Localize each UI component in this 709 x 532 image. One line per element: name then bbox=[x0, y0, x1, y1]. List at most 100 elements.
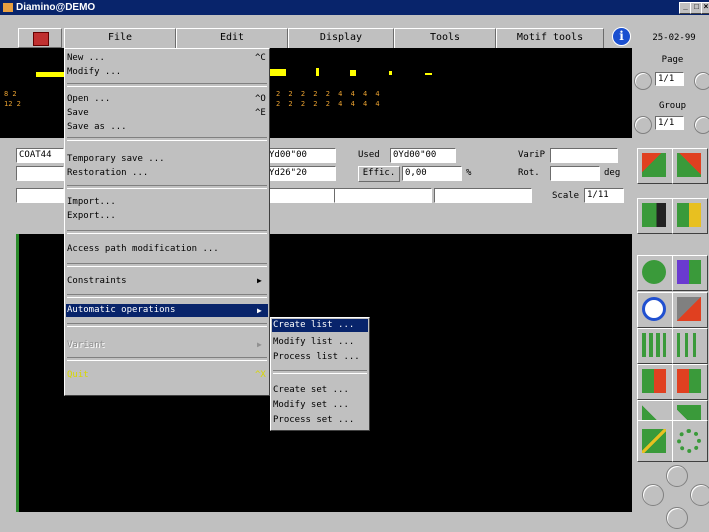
piece-mark bbox=[425, 73, 432, 75]
separator bbox=[67, 83, 267, 87]
info-icon[interactable]: i bbox=[612, 27, 631, 46]
used-field[interactable]: 0Yd00"00 bbox=[390, 148, 456, 163]
effic-button[interactable]: Effic. bbox=[358, 166, 400, 182]
separator bbox=[273, 370, 367, 374]
yd-field-2[interactable]: Yd26"20 bbox=[266, 166, 336, 181]
preview-row2-left: 12 2 bbox=[4, 100, 21, 108]
info-field-4[interactable] bbox=[266, 188, 336, 203]
separator bbox=[67, 323, 267, 327]
menu-tools[interactable]: Tools bbox=[394, 28, 496, 50]
file-quit-shortcut: ^X bbox=[255, 370, 266, 380]
marker-name-field[interactable]: COAT44 bbox=[16, 148, 64, 163]
tool-spin-icon[interactable] bbox=[637, 255, 673, 291]
file-save[interactable]: Save bbox=[67, 107, 89, 119]
tool-piece-icon[interactable] bbox=[672, 292, 708, 328]
tool-align-icon[interactable] bbox=[637, 198, 673, 234]
info-field-2[interactable] bbox=[16, 166, 64, 181]
page-label: Page bbox=[661, 55, 684, 65]
tool-grid-icon[interactable] bbox=[637, 328, 673, 364]
tool-zoom-icon[interactable] bbox=[637, 292, 673, 328]
page-next-button[interactable] bbox=[694, 72, 709, 90]
variant-arrow-icon: ▶ bbox=[257, 340, 262, 349]
preview-row1-left: 8 2 bbox=[4, 90, 17, 98]
file-save-shortcut: ^E bbox=[255, 108, 266, 118]
file-menu: New ... ^C Modify ... Open ... ^O Save ^… bbox=[64, 48, 270, 396]
tool-swap-icon[interactable] bbox=[672, 364, 708, 400]
preview-row1-right: 2 2 2 2 2 4 4 4 4 bbox=[276, 90, 380, 98]
submenu-modify-set[interactable]: Modify set ... bbox=[273, 399, 349, 411]
menu-file[interactable]: File bbox=[64, 28, 176, 50]
file-automatic-operations[interactable]: Automatic operations ▶ bbox=[66, 304, 268, 317]
rot-field[interactable] bbox=[550, 166, 600, 181]
piece-shape bbox=[270, 69, 286, 76]
tool-place-icon[interactable] bbox=[637, 364, 673, 400]
tool-split-icon[interactable] bbox=[672, 198, 708, 234]
nav-left-button[interactable] bbox=[642, 484, 664, 506]
percent-label: % bbox=[466, 168, 472, 178]
separator bbox=[67, 294, 267, 298]
separator bbox=[67, 230, 267, 234]
scale-field[interactable]: 1/11 bbox=[584, 188, 624, 203]
varip-field[interactable] bbox=[550, 148, 618, 163]
nav-right-button[interactable] bbox=[690, 484, 709, 506]
tool-layout-icon[interactable] bbox=[672, 328, 708, 364]
separator bbox=[67, 263, 267, 267]
file-restoration[interactable]: Restoration ... bbox=[67, 167, 148, 179]
piece-mark bbox=[389, 71, 392, 75]
title-bar: Diamino@DEMO _ □ × bbox=[0, 0, 709, 15]
file-temporary-save[interactable]: Temporary save ... bbox=[67, 153, 165, 165]
nav-down-button[interactable] bbox=[666, 507, 688, 529]
app-icon bbox=[3, 3, 13, 12]
submenu-modify-list[interactable]: Modify list ... bbox=[273, 336, 354, 348]
page-group-panel: Page 1/1 Group 1/1 bbox=[634, 48, 709, 138]
file-constraints[interactable]: Constraints bbox=[67, 275, 127, 287]
stop-button[interactable] bbox=[18, 28, 62, 48]
group-label: Group bbox=[658, 101, 687, 111]
group-field[interactable]: 1/1 bbox=[655, 116, 684, 130]
group-next-button[interactable] bbox=[694, 116, 709, 134]
file-new[interactable]: New ... bbox=[67, 52, 105, 64]
file-access-path[interactable]: Access path modification ... bbox=[67, 243, 219, 255]
submenu-process-set[interactable]: Process set ... bbox=[273, 414, 354, 426]
info-field-5[interactable] bbox=[334, 188, 432, 203]
automatic-operations-submenu: Create list ... Modify list ... Process … bbox=[270, 317, 370, 431]
file-import[interactable]: Import... bbox=[67, 196, 116, 208]
separator bbox=[67, 185, 267, 189]
tool-rotate-icon[interactable] bbox=[672, 148, 708, 184]
separator bbox=[67, 137, 267, 141]
submenu-create-list[interactable]: Create list ... bbox=[272, 319, 368, 332]
info-field-6[interactable] bbox=[434, 188, 532, 203]
tool-gear-icon[interactable] bbox=[672, 420, 708, 462]
menu-display[interactable]: Display bbox=[288, 28, 394, 50]
deg-label: deg bbox=[604, 168, 621, 178]
group-prev-button[interactable] bbox=[634, 116, 652, 134]
preview-row2-right: 2 2 2 2 2 4 4 4 4 bbox=[276, 100, 380, 108]
varip-label: VariP bbox=[518, 150, 546, 160]
separator bbox=[67, 357, 267, 361]
info-field-3[interactable] bbox=[16, 188, 64, 203]
nav-up-button[interactable] bbox=[666, 465, 688, 487]
used-label: Used bbox=[358, 150, 380, 160]
file-quit[interactable]: Quit bbox=[67, 369, 89, 381]
file-open-shortcut: ^O bbox=[255, 94, 266, 104]
effic-field[interactable]: 0,00 bbox=[402, 166, 462, 181]
menu-edit[interactable]: Edit bbox=[176, 28, 288, 50]
file-open[interactable]: Open ... bbox=[67, 93, 110, 105]
automatic-operations-arrow-icon: ▶ bbox=[257, 306, 262, 315]
menu-motif-tools[interactable]: Motif tools bbox=[496, 28, 604, 50]
page-field[interactable]: 1/1 bbox=[655, 72, 684, 86]
page-prev-button[interactable] bbox=[634, 72, 652, 90]
file-export[interactable]: Export... bbox=[67, 210, 116, 222]
piece-bar bbox=[36, 72, 66, 77]
submenu-process-list[interactable]: Process list ... bbox=[273, 351, 360, 363]
file-save-as[interactable]: Save as ... bbox=[67, 121, 127, 133]
submenu-create-set[interactable]: Create set ... bbox=[273, 384, 349, 396]
constraints-arrow-icon: ▶ bbox=[257, 276, 262, 285]
close-icon[interactable]: × bbox=[701, 2, 709, 14]
tool-move-icon[interactable] bbox=[637, 148, 673, 184]
automatic-operations-label: Automatic operations bbox=[67, 305, 176, 315]
tool-lightning-icon[interactable] bbox=[637, 420, 673, 462]
yd-field-1[interactable]: Yd00"00 bbox=[266, 148, 336, 163]
file-modify[interactable]: Modify ... bbox=[67, 66, 121, 78]
tool-magnet-icon[interactable] bbox=[672, 255, 708, 291]
